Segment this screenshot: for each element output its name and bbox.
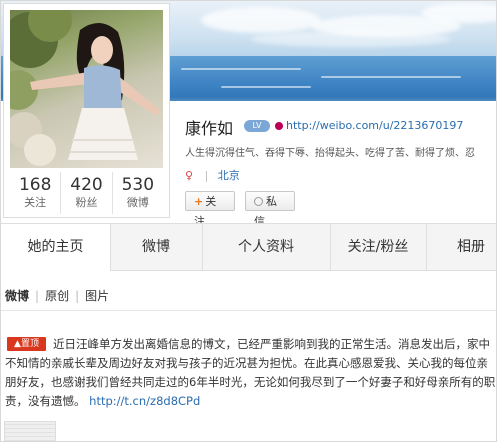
stat-label: 微博 [126, 196, 149, 209]
message-button[interactable]: 私信 [245, 191, 295, 228]
post-text: 近日汪峰单方发出离婚信息的博文，已经严重影响到我的正常生活。消息发出后，家中不知… [5, 337, 496, 408]
profile-page: 168 关注 420 粉丝 530 微博 康作如 LV http://weibo… [0, 0, 497, 442]
pinned-badge: ▲置顶 [7, 337, 46, 351]
pin-icon: ▲ [14, 339, 21, 349]
filter-original[interactable]: 原创 [45, 289, 69, 303]
feed-filter: 微博 | 原创 | 图片 [5, 287, 109, 304]
stat-fans[interactable]: 420 粉丝 [61, 172, 113, 214]
stat-value: 530 [121, 175, 155, 195]
stat-posts[interactable]: 530 微博 [113, 172, 163, 214]
profile-tabs: 她的主页 微博 个人资料 关注/粉丝 相册 [1, 223, 496, 271]
link-icon [275, 122, 283, 130]
filter-weibo[interactable]: 微博 [5, 289, 29, 303]
profile-motto: 人生得沉得住气、吞得下辱、抬得起头、吃得了苦、耐得了烦、忍 [185, 148, 475, 159]
tab-home[interactable]: 她的主页 [1, 224, 111, 271]
post-link[interactable]: http://t.cn/z8d8CPd [89, 394, 200, 408]
profile-name: 康作如 [185, 119, 234, 138]
avatar-card: 168 关注 420 粉丝 530 微博 [3, 3, 170, 218]
divider: | [35, 289, 40, 303]
avatar[interactable] [10, 10, 163, 168]
location-link[interactable]: 北京 [218, 169, 240, 182]
stat-label: 粉丝 [75, 196, 98, 209]
pin-label: 置顶 [20, 339, 39, 349]
pinned-post: 近日汪峰单方发出离婚信息的博文，已经严重影响到我的正常生活。消息发出后，家中不知… [5, 335, 496, 411]
tab-album[interactable]: 相册 [426, 224, 496, 270]
post-image-thumbnail[interactable] [4, 421, 56, 441]
divider: | [75, 289, 80, 303]
profile-url-link[interactable]: http://weibo.com/u/2213670197 [275, 119, 463, 132]
stats-bar: 168 关注 420 粉丝 530 微博 [10, 172, 163, 214]
profile-url-text: http://weibo.com/u/2213670197 [286, 119, 464, 132]
location-separator: | [204, 169, 209, 182]
tab-profile-info[interactable]: 个人资料 [202, 224, 331, 270]
plus-icon: + [194, 195, 204, 208]
follow-button[interactable]: + 关注 [185, 191, 235, 228]
stat-value: 420 [70, 175, 103, 195]
profile-location: ♀ | 北京 [185, 167, 240, 183]
filter-photos[interactable]: 图片 [85, 289, 109, 303]
stat-following[interactable]: 168 关注 [10, 172, 62, 214]
person-icon: ♀ [185, 169, 194, 182]
tab-follow-fans[interactable]: 关注/粉丝 [330, 224, 427, 270]
stat-value: 168 [18, 175, 52, 195]
verified-badge-icon[interactable]: LV [244, 120, 270, 132]
message-icon [254, 197, 263, 206]
stat-label: 关注 [24, 196, 47, 209]
tab-weibo[interactable]: 微博 [110, 224, 203, 270]
